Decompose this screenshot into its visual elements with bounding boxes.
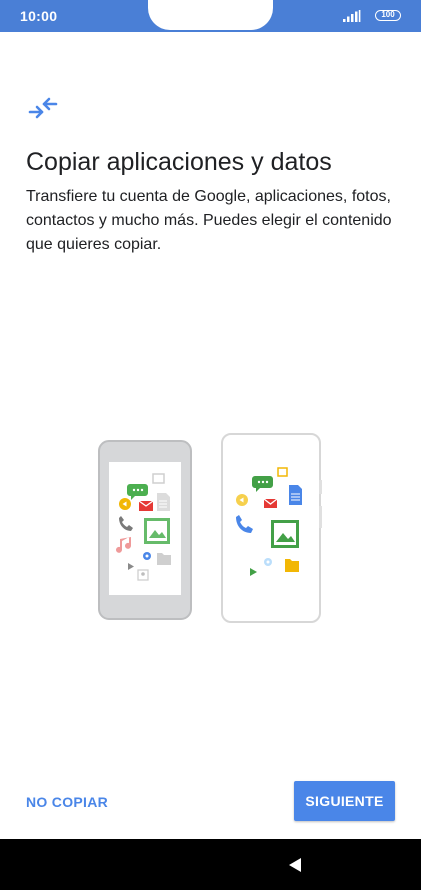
navigation-bar [0,839,421,890]
status-bar: 10:00 100 [0,0,421,32]
signal-icon [343,10,361,22]
status-time: 10:00 [20,8,58,24]
transfer-arrows-icon [28,97,58,119]
page-description: Transfiere tu cuenta de Google, aplicaci… [26,188,392,253]
page-title: Copiar aplicaciones y datos [26,148,332,176]
next-button[interactable]: SIGUIENTE [294,781,395,821]
battery-level: 100 [381,10,395,19]
skip-copy-button[interactable]: NO COPIAR [26,788,108,816]
camera-notch [148,0,273,30]
battery-icon: 100 [375,10,401,21]
back-triangle-icon[interactable] [286,856,304,874]
two-phones-transfer-illustration [98,433,322,623]
